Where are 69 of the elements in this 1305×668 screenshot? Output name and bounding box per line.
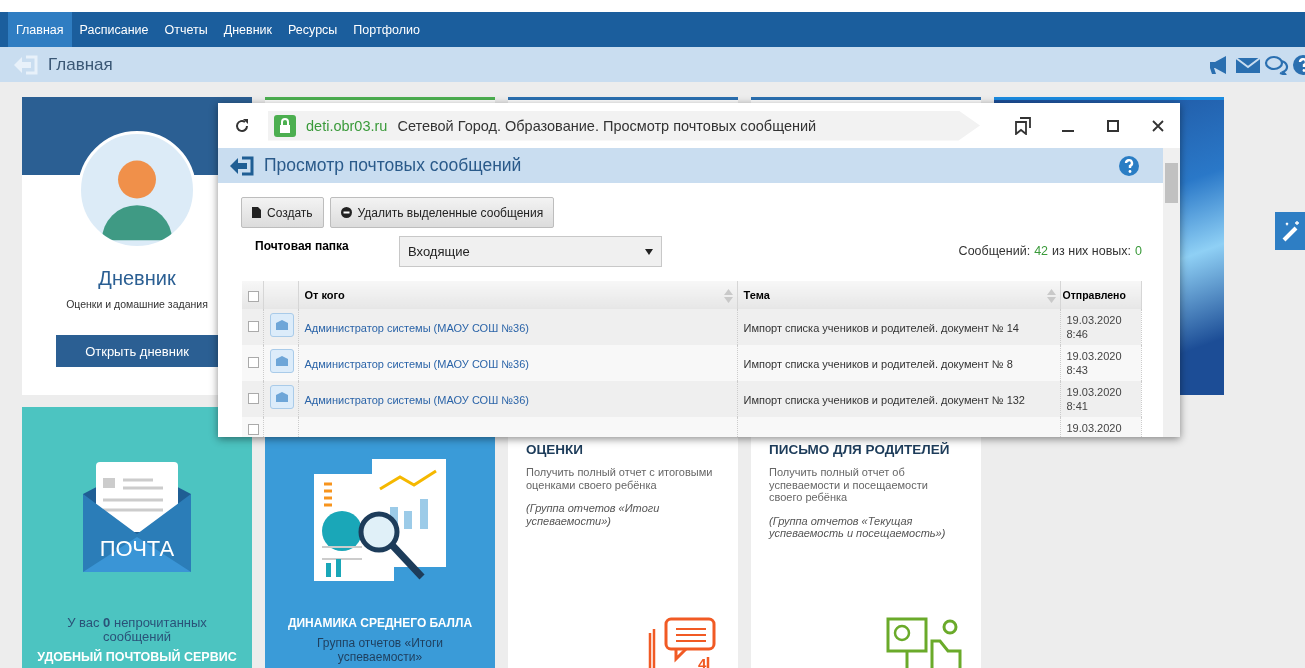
- open-diary-button[interactable]: Открыть дневник: [55, 335, 219, 367]
- nav-tab[interactable]: Дневник: [215, 12, 281, 47]
- sender-link[interactable]: Администратор системы (МАОУ СОШ №36): [304, 393, 529, 407]
- nav-tab[interactable]: Главная: [8, 12, 72, 47]
- card-title: ПИСЬМО ДЛЯ РОДИТЕЛЕЙ: [769, 442, 951, 457]
- row-checkbox[interactable]: [248, 357, 259, 368]
- message-subject: Импорт списка учеников и родителей. документ № 132: [743, 393, 1025, 407]
- message-subject: Импорт списка учеников и родителей. документ № 14: [743, 321, 1019, 335]
- sender-link[interactable]: Администратор системы (МАОУ СОШ №36): [304, 357, 529, 371]
- back-arrow-icon[interactable]: [230, 155, 254, 176]
- sent-date: 19.03.2020: [1066, 421, 1123, 435]
- sent-date: 19.03.2020: [1066, 385, 1123, 399]
- caret-icon: [645, 248, 653, 255]
- sent-time: 8:46: [1066, 327, 1089, 341]
- sort-icon[interactable]: [723, 289, 733, 303]
- sender-link[interactable]: Администратор системы (МАОУ СОШ №36): [304, 321, 529, 335]
- message-count: 42: [1034, 244, 1049, 258]
- nav-tab[interactable]: Отчеты: [156, 12, 216, 47]
- sort-icon[interactable]: [1046, 289, 1056, 303]
- nav-tab[interactable]: Ресурсы: [280, 12, 346, 47]
- folder-dropdown[interactable]: Входящие: [399, 236, 662, 267]
- folder-label: Почтовая папка: [255, 239, 350, 253]
- sent-time: 8:41: [1066, 399, 1089, 413]
- card-description: Получить полный отчет об успеваемости и посещаемости своего ребёнка: [769, 466, 929, 504]
- row-checkbox[interactable]: [248, 393, 259, 404]
- minus-circle-icon: [340, 207, 352, 218]
- select-all-checkbox[interactable]: [248, 291, 259, 302]
- reload-icon[interactable]: [234, 117, 250, 134]
- envelope-label: ПОЧТА: [98, 536, 176, 562]
- column-header[interactable]: От кого: [304, 289, 345, 301]
- message-icon[interactable]: [269, 313, 294, 337]
- card-title: ДИНАМИКА СРЕДНЕГО БАЛЛА: [287, 616, 473, 630]
- lock-icon: [274, 114, 296, 137]
- card-title: ОЦЕНКИ: [526, 442, 585, 457]
- magic-wand-button[interactable]: [1275, 212, 1305, 250]
- unread-count-text: У вас 0 непрочитанных сообщений: [66, 616, 208, 644]
- page-title: Главная: [48, 54, 113, 75]
- message-icon[interactable]: [269, 385, 294, 409]
- sent-time: 8:43: [1066, 363, 1089, 377]
- card-title: УДОБНЫЙ ПОЧТОВЫЙ СЕРВИС: [37, 650, 237, 664]
- create-button[interactable]: Создать: [241, 197, 324, 228]
- row-checkbox[interactable]: [248, 321, 259, 332]
- column-header[interactable]: Тема: [743, 289, 770, 301]
- chat-icon[interactable]: [1264, 54, 1290, 75]
- nav-tab[interactable]: Расписание: [71, 12, 157, 47]
- nav-tab[interactable]: Портфолио: [345, 12, 428, 47]
- url-text: deti.obr03.ru: [306, 117, 388, 134]
- new-count: 0: [1135, 244, 1142, 258]
- page-heading: Просмотр почтовых сообщений: [264, 155, 522, 176]
- message-icon[interactable]: [269, 349, 294, 373]
- scrollbar[interactable]: [1163, 148, 1180, 437]
- card-subtitle: Оценки и домашние задания: [66, 298, 208, 310]
- card-description: Получить полный отчет с итоговыми оценками своего ребёнка: [526, 466, 714, 491]
- delete-selected-button[interactable]: Удалить выделенные сообщения: [329, 197, 555, 228]
- row-checkbox[interactable]: [248, 424, 259, 435]
- sent-date: 19.03.2020: [1066, 313, 1123, 327]
- message-subject: Импорт списка учеников и родителей. документ № 8: [743, 357, 1013, 371]
- card-title: Дневник: [98, 267, 176, 290]
- message-count-label: Сообщений:: [958, 244, 1031, 258]
- new-count-label: из них новых:: [1052, 244, 1132, 258]
- card-note: (Группа отчетов «Итоги успеваемости»): [526, 502, 661, 527]
- card-note: (Группа отчетов «Текущая успеваемость и посещаемость»): [769, 514, 947, 540]
- magic-wand-icon: [1281, 220, 1301, 242]
- card-subtitle: Группа отчетов «Итоги успеваемости»: [316, 636, 444, 664]
- speech-bubble-icon: [648, 617, 718, 668]
- window-title: Сетевой Город. Образование. Просмотр почтовых сообщений: [397, 117, 817, 134]
- help-icon[interactable]: [1119, 155, 1139, 176]
- sent-date: 19.03.2020: [1066, 349, 1123, 363]
- address-bar[interactable]: deti.obr03.ru Сетевой Город. Образование. Просмотр почтовых сообщений: [268, 110, 980, 141]
